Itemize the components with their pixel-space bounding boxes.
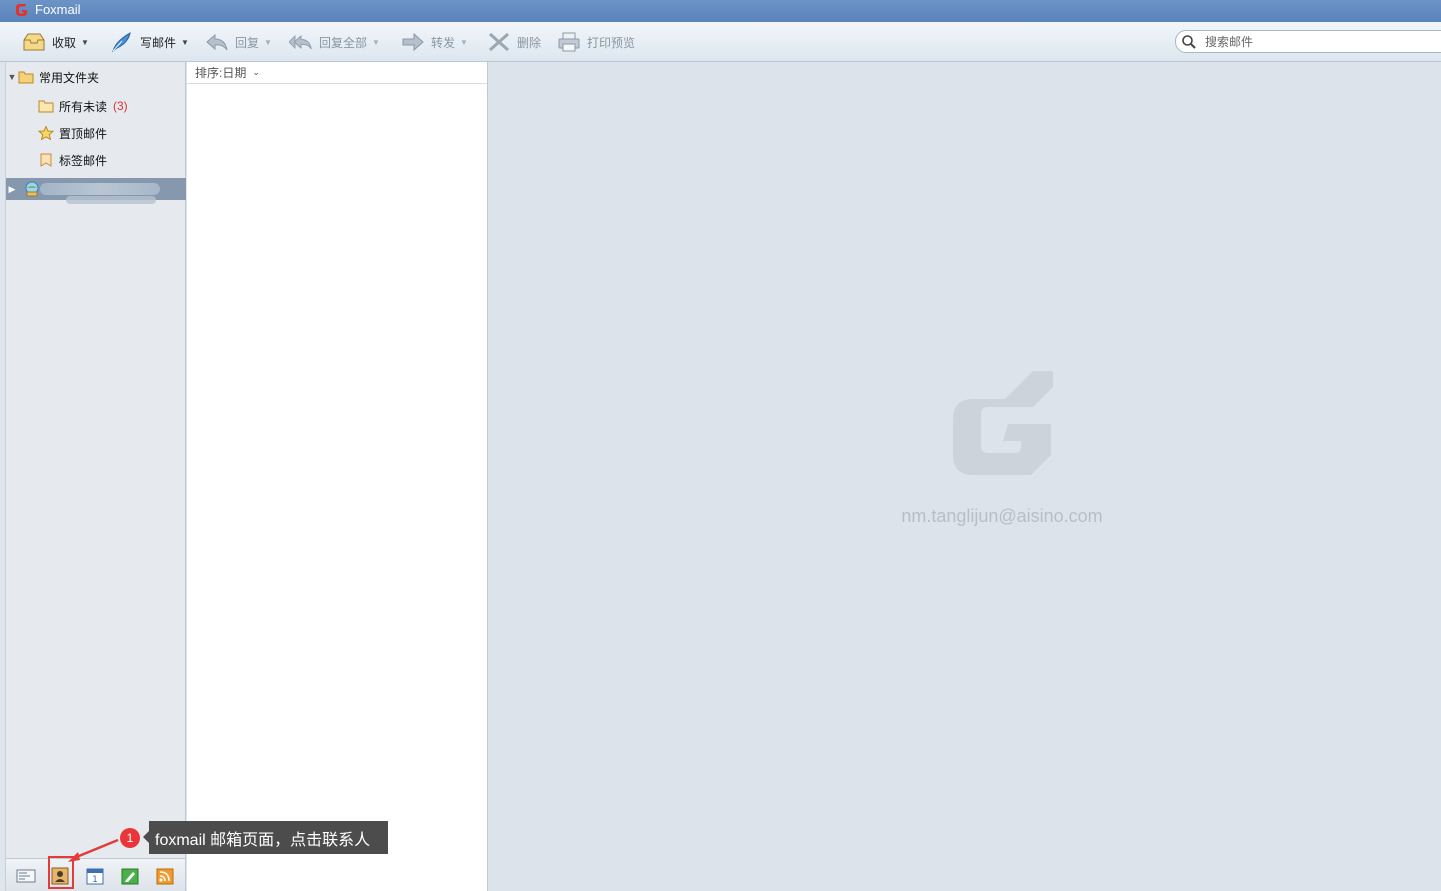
foxmail-logo-icon: [16, 4, 27, 16]
forward-arrow-icon: [402, 32, 424, 52]
receive-label: 收取: [52, 35, 77, 50]
printer-icon: [558, 32, 580, 52]
expand-triangle-icon[interactable]: ▶: [6, 184, 18, 195]
print-preview-button[interactable]: 打印预览: [557, 30, 635, 54]
folder-label: 标签邮件: [59, 153, 108, 168]
folder-icon: [38, 100, 54, 113]
step-badge: 1: [120, 828, 140, 848]
chevron-down-icon[interactable]: ⌄: [252, 67, 260, 78]
bookmark-icon: [40, 153, 52, 167]
account-email: nm.tanglijun@aisino.com: [901, 506, 1103, 526]
folder-group-label: 常用文件夹: [39, 70, 100, 85]
calendar-icon[interactable]: 1: [85, 867, 105, 885]
search-input[interactable]: [1205, 34, 1435, 49]
reply-icon: [206, 33, 228, 51]
folder-group-common[interactable]: ▼ 常用文件夹: [6, 65, 186, 89]
folder-all-unread[interactable]: 所有未读 (3): [6, 94, 186, 118]
mail-view-icon[interactable]: [16, 867, 36, 885]
folder-icon: [18, 71, 34, 84]
sort-label: 排序:日期: [195, 66, 247, 80]
compose-label: 写邮件: [140, 35, 177, 50]
rss-icon[interactable]: [155, 867, 175, 885]
reply-all-icon: [289, 34, 312, 50]
chevron-down-icon[interactable]: ▼: [264, 38, 272, 47]
chevron-down-icon[interactable]: ▼: [81, 38, 89, 47]
forward-button[interactable]: 转发 ▼: [401, 30, 468, 54]
account-row[interactable]: ▶: [6, 178, 186, 204]
mail-list-pane: 排序:日期 ⌄: [187, 62, 488, 891]
foxmail-watermark-logo: [953, 371, 1053, 475]
unread-count: (3): [113, 99, 128, 113]
search-box[interactable]: [1175, 30, 1441, 53]
reply-all-button[interactable]: 回复全部 ▼: [289, 30, 380, 54]
inbox-icon: [23, 33, 45, 51]
highlight-box: [48, 856, 74, 889]
delete-x-icon: [489, 32, 509, 52]
reply-button[interactable]: 回复 ▼: [205, 30, 272, 54]
folder-label: 置顶邮件: [59, 126, 108, 141]
chevron-down-icon[interactable]: ▼: [181, 38, 189, 47]
chevron-down-icon[interactable]: ▼: [372, 38, 380, 47]
search-icon: [1182, 34, 1196, 49]
compose-button[interactable]: 写邮件 ▼: [110, 30, 189, 54]
redacted-account-name: [40, 183, 160, 195]
forward-label: 转发: [431, 35, 456, 50]
folder-label: 所有未读: [59, 99, 108, 114]
expand-triangle-icon[interactable]: ▼: [6, 72, 18, 82]
delete-label: 删除: [517, 35, 542, 50]
star-icon: [38, 126, 54, 140]
account-globe-icon: [25, 181, 39, 197]
reply-all-label: 回复全部: [319, 35, 368, 50]
title-bar: Foxmail: [0, 0, 1441, 22]
receive-button[interactable]: 收取 ▼: [22, 30, 89, 54]
reply-label: 回复: [235, 35, 260, 50]
folder-sidebar: ▼ 常用文件夹 所有未读 (3) 置顶邮件 标签邮件 ▶: [6, 62, 186, 858]
notes-icon[interactable]: [120, 867, 140, 885]
folder-pinned[interactable]: 置顶邮件: [6, 121, 186, 145]
chevron-down-icon[interactable]: ▼: [460, 38, 468, 47]
feather-pen-icon: [112, 32, 131, 53]
delete-button[interactable]: 删除: [487, 30, 541, 54]
toolbar: 收取 ▼ 写邮件 ▼ 回复 ▼ 回复全部 ▼ 转发 ▼ 删除 打印预览 搜索邮件: [0, 22, 1441, 62]
annotation-tooltip: foxmail 邮箱页面，点击联系人: [143, 821, 388, 854]
redacted-account-name-shadow: [66, 196, 156, 204]
print-preview-label: 打印预览: [587, 35, 636, 50]
window-title: Foxmail: [35, 2, 81, 17]
sort-dropdown[interactable]: 排序:日期 ⌄: [187, 62, 487, 84]
bottom-nav: 1: [6, 858, 186, 891]
reading-pane: nm.tanglijun@aisino.com: [488, 62, 1441, 891]
svg-text:1: 1: [92, 875, 98, 885]
folder-tagged[interactable]: 标签邮件: [6, 148, 186, 172]
